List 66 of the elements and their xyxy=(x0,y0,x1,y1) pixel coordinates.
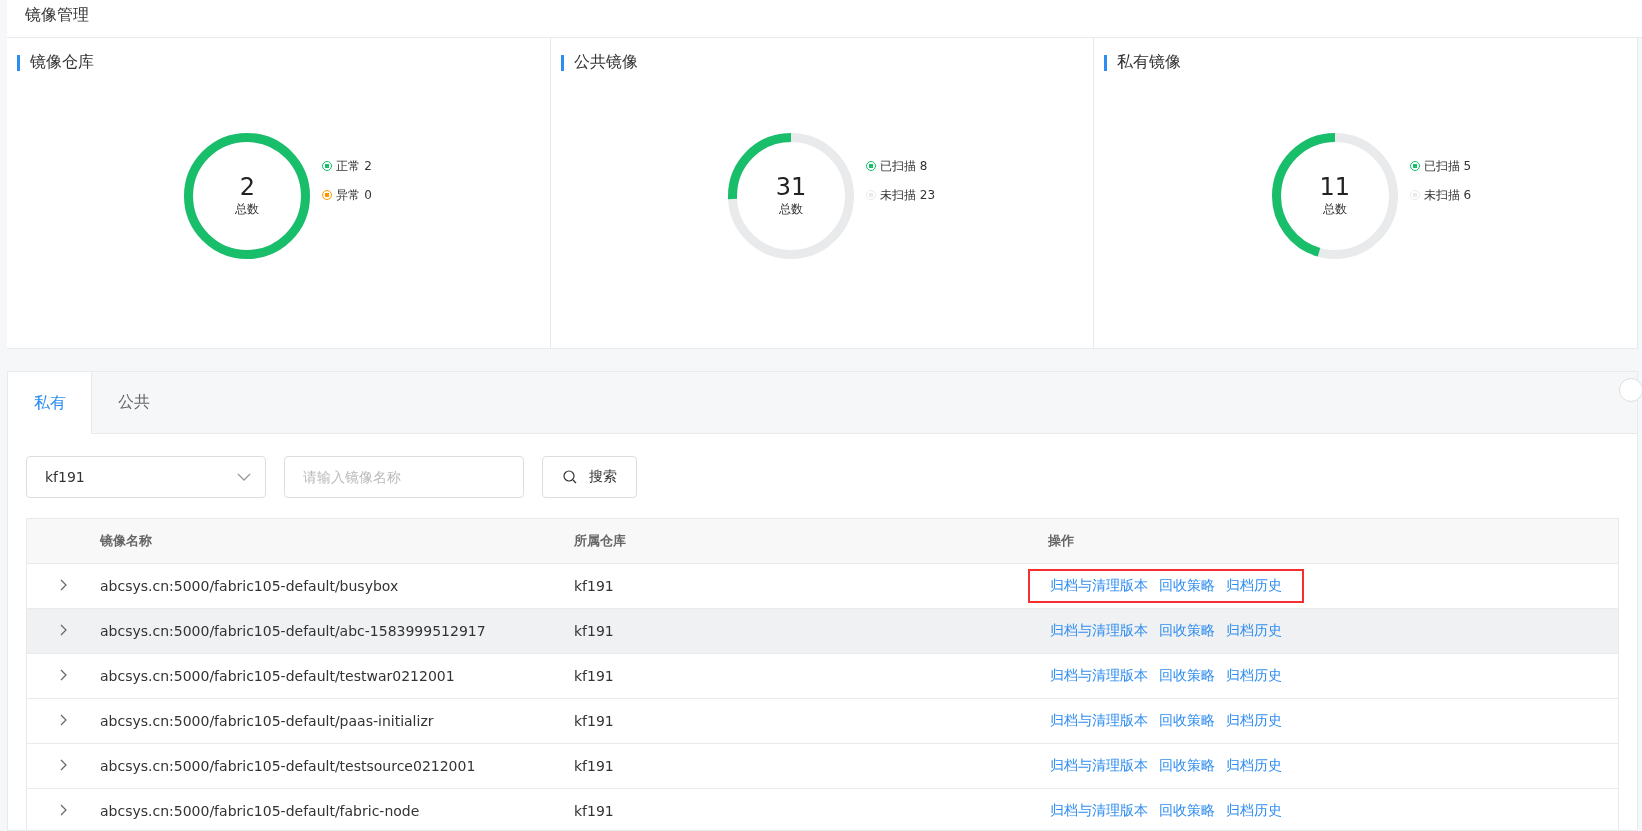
legend-label: 异常 0 xyxy=(336,186,372,204)
action-link[interactable]: 归档历史 xyxy=(1226,712,1282,730)
table-cell: kf191 xyxy=(573,788,1047,831)
action-link[interactable]: 回收策略 xyxy=(1159,712,1215,730)
column-header: 操作 xyxy=(1047,518,1619,564)
table-cell: abcsys.cn:5000/fabric105-default/abc-1583999512917 xyxy=(99,608,573,654)
table-cell: abcsys.cn:5000/fabric105-default/paas-initializr xyxy=(99,698,573,744)
chevron-right-icon[interactable] xyxy=(59,759,67,771)
panel-title: 私有镜像 xyxy=(1117,52,1182,73)
table-cell: kf191 xyxy=(573,608,1047,654)
action-link[interactable]: 回收策略 xyxy=(1159,802,1215,820)
total-count: 11 xyxy=(1319,173,1350,201)
panel-title: 公共镜像 xyxy=(573,52,638,73)
total-count: 31 xyxy=(775,173,807,201)
action-link[interactable]: 归档与清理版本 xyxy=(1050,802,1148,820)
total-label: 总数 xyxy=(1322,201,1347,218)
action-link[interactable]: 归档历史 xyxy=(1226,577,1282,595)
search-button[interactable]: 搜索 xyxy=(542,456,637,498)
action-link[interactable]: 归档历史 xyxy=(1226,802,1282,820)
total-count: 2 xyxy=(239,173,255,201)
total-label: 总数 xyxy=(779,201,803,218)
title-accent-bar xyxy=(17,54,20,71)
page-title: 镜像管理 xyxy=(24,4,89,26)
column-header: 所属仓库 xyxy=(573,518,1047,564)
chevron-right-icon[interactable] xyxy=(59,669,67,681)
legend-label: 正常 2 xyxy=(336,157,372,175)
table-cell: kf191 xyxy=(573,563,1047,609)
action-link[interactable]: 归档与清理版本 xyxy=(1050,667,1148,685)
tab[interactable]: 私有 xyxy=(8,372,92,434)
action-link[interactable]: 归档与清理版本 xyxy=(1050,577,1148,595)
table-cell: abcsys.cn:5000/fabric105-default/testsource0212001 xyxy=(99,743,573,789)
action-link[interactable]: 回收策略 xyxy=(1159,667,1215,685)
table-cell: kf191 xyxy=(573,698,1047,744)
table-cell: abcsys.cn:5000/fabric105-default/fabric-node xyxy=(99,788,573,831)
chevron-down-icon xyxy=(237,473,251,481)
action-link[interactable]: 归档历史 xyxy=(1226,757,1282,775)
table-cell: abcsys.cn:5000/fabric105-default/busybox xyxy=(99,563,573,609)
legend-label: 未扫描 6 xyxy=(1423,186,1472,204)
repository-select[interactable]: kf191 xyxy=(26,456,266,498)
search-field[interactable]: 请输入镜像名称 xyxy=(284,456,524,498)
column-header: 镜像名称 xyxy=(99,518,573,564)
action-link[interactable]: 归档与清理版本 xyxy=(1050,622,1148,640)
table-cell: kf191 xyxy=(573,653,1047,699)
panel-title: 镜像仓库 xyxy=(30,52,94,73)
chevron-right-icon[interactable] xyxy=(59,624,67,636)
chevron-right-icon[interactable] xyxy=(59,804,67,816)
legend-label: 已扫描 8 xyxy=(880,157,928,175)
collapse-handle[interactable] xyxy=(1619,378,1642,402)
action-link[interactable]: 归档历史 xyxy=(1226,667,1282,685)
legend-label: 已扫描 5 xyxy=(1423,157,1472,175)
chevron-right-icon[interactable] xyxy=(59,579,67,591)
legend-label: 未扫描 23 xyxy=(880,186,936,204)
title-accent-bar xyxy=(560,54,564,71)
action-link[interactable]: 归档与清理版本 xyxy=(1050,712,1148,730)
action-link[interactable]: 归档历史 xyxy=(1226,622,1282,640)
title-accent-bar xyxy=(1104,54,1108,71)
action-link[interactable]: 回收策略 xyxy=(1159,577,1215,595)
tab[interactable]: 公共 xyxy=(92,372,176,433)
table-cell: abcsys.cn:5000/fabric105-default/testwar0212001 xyxy=(99,653,573,699)
action-link[interactable]: 归档与清理版本 xyxy=(1050,757,1148,775)
chevron-right-icon[interactable] xyxy=(59,714,67,726)
search-icon xyxy=(562,470,577,484)
total-label: 总数 xyxy=(235,201,260,218)
table-cell: kf191 xyxy=(573,743,1047,789)
action-link[interactable]: 回收策略 xyxy=(1159,622,1215,640)
action-link[interactable]: 回收策略 xyxy=(1159,757,1215,775)
